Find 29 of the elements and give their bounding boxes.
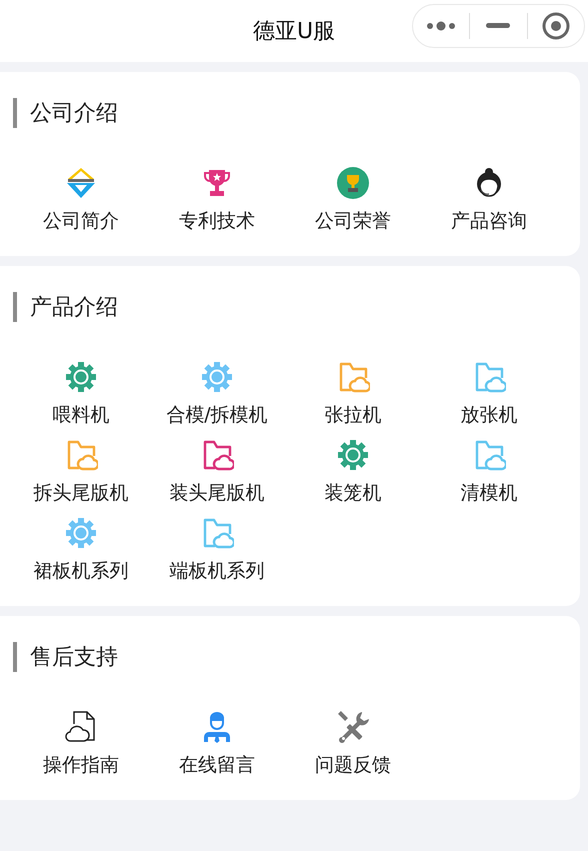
close-icon[interactable] (542, 12, 570, 40)
menu-item-label[interactable]: 清模机 (460, 480, 518, 506)
title-accent-bar (13, 642, 17, 672)
document-cloud-icon (64, 710, 98, 744)
menu-item-label[interactable]: 公司荣誉 (315, 208, 391, 234)
page-title: 德亚U服 (252, 18, 336, 46)
diamond-logo-icon (64, 166, 98, 200)
minimize-icon[interactable] (486, 23, 510, 29)
menu-item-label[interactable]: 产品咨询 (451, 208, 527, 234)
menu-item-label[interactable]: 端板机系列 (170, 558, 264, 584)
menu-item-label[interactable]: 公司简介 (43, 208, 119, 234)
menu-item-label[interactable]: 在线留言 (179, 752, 255, 778)
menu-item-label[interactable]: 专利技术 (179, 208, 255, 234)
menu-item-label[interactable]: 装头尾版机 (170, 480, 264, 506)
menu-item-label[interactable]: 问题反馈 (315, 752, 391, 778)
menu-item-label[interactable]: 喂料机 (52, 402, 110, 428)
section-title: 产品介绍 (30, 294, 118, 322)
section-title: 公司介绍 (30, 100, 118, 128)
menu-item-label[interactable]: 放张机 (460, 402, 518, 428)
menu-item-label[interactable]: 张拉机 (324, 402, 382, 428)
menu-item-label[interactable]: 装笼机 (324, 480, 382, 506)
section-title: 售后支持 (30, 644, 118, 672)
title-accent-bar (13, 292, 17, 322)
more-icon[interactable] (426, 20, 456, 32)
menu-item-label[interactable]: 拆头尾版机 (34, 480, 128, 506)
menu-item-label[interactable]: 裙板机系列 (34, 558, 128, 584)
menu-item-label[interactable]: 操作指南 (43, 752, 119, 778)
title-accent-bar (13, 98, 17, 128)
menu-item-label[interactable]: 合模/拆模机 (166, 402, 268, 428)
